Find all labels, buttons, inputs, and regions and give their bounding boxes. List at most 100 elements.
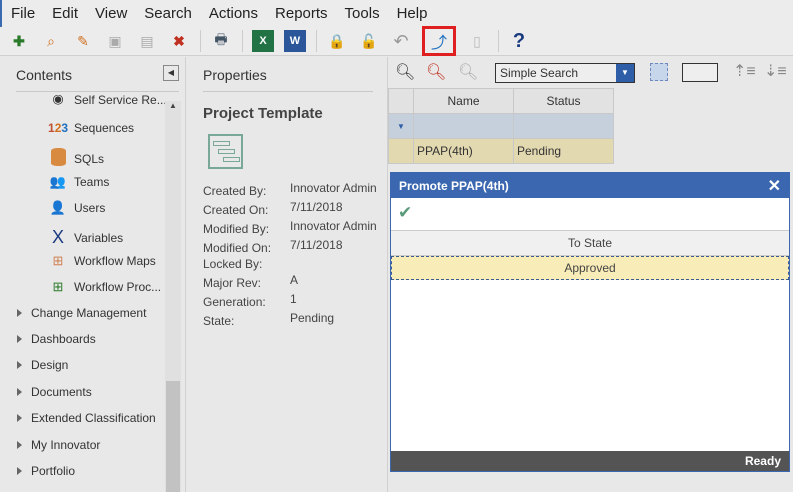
- row-header-cell: [388, 88, 414, 114]
- modified-by-value: Innovator Admin: [290, 219, 377, 233]
- toolbar: ✚ ⌕ ✎ ▣ ▤ ✖ 🖶 X W 🔒 🔓 ↶ ⤴ ▯ ?: [0, 26, 793, 56]
- column-header-name[interactable]: Name: [413, 88, 514, 114]
- filter-row: ▼: [388, 113, 614, 139]
- column-header-to-state[interactable]: To State: [391, 230, 789, 256]
- menu-help[interactable]: Help: [397, 5, 428, 22]
- contents-title: Contents: [16, 67, 73, 83]
- nav-item-workflow-maps[interactable]: ⊞ Workflow Maps: [48, 253, 156, 269]
- search-item-icon[interactable]: ⌕: [40, 30, 62, 52]
- save-icon[interactable]: ▣: [104, 30, 126, 52]
- properties-title: Properties: [203, 67, 267, 83]
- filter-chevron-icon[interactable]: ▼: [388, 113, 414, 139]
- nav-item-users[interactable]: 👤 Users: [48, 200, 105, 216]
- cell-name[interactable]: PPAP(4th): [413, 138, 514, 164]
- select-columns-icon[interactable]: [650, 63, 668, 81]
- report-icon: ◉: [52, 95, 64, 106]
- dialog-title: Promote PPAP(4th): [399, 178, 509, 193]
- cell-status[interactable]: Pending: [513, 138, 614, 164]
- contents-panel: Contents ◀ ◉ Self Service Re... 123 Sequen…: [0, 57, 186, 492]
- category-documents[interactable]: Documents: [17, 385, 92, 399]
- nav-item-teams[interactable]: 👥 Teams: [48, 174, 109, 190]
- save-close-icon[interactable]: ▤: [136, 30, 158, 52]
- divider: [16, 91, 179, 92]
- category-my-innovator[interactable]: My Innovator: [17, 438, 100, 452]
- scroll-up-icon[interactable]: ▲: [165, 101, 181, 110]
- new-item-icon[interactable]: ✚: [8, 30, 30, 52]
- menu-file[interactable]: File: [11, 5, 35, 22]
- menu-bar: File Edit View Search Actions Reports To…: [0, 0, 793, 27]
- created-on-label: Created On:: [203, 203, 269, 217]
- help-icon[interactable]: ?: [508, 30, 530, 52]
- lock-icon[interactable]: 🔒: [326, 30, 348, 52]
- promote-icon[interactable]: ⤴: [422, 26, 456, 56]
- paste-icon[interactable]: ▯: [466, 30, 488, 52]
- undo-icon[interactable]: ↶: [390, 30, 412, 52]
- word-icon[interactable]: W: [284, 30, 306, 52]
- category-change-management[interactable]: Change Management: [17, 306, 146, 320]
- filter-name-input[interactable]: [413, 113, 514, 139]
- run-search-icon[interactable]: 🔍︎: [395, 62, 415, 82]
- menu-tools[interactable]: Tools: [345, 5, 380, 22]
- modified-on-value: 7/11/2018: [290, 238, 343, 252]
- created-by-label: Created By:: [203, 184, 267, 198]
- nav-item-self-service[interactable]: ◉ Self Service Re...: [48, 95, 166, 107]
- generation-label: Generation:: [203, 295, 266, 309]
- category-design[interactable]: Design: [17, 358, 68, 372]
- column-header-status[interactable]: Status: [513, 88, 614, 114]
- menu-search[interactable]: Search: [144, 5, 192, 22]
- nav-item-sqls[interactable]: SQLs: [48, 148, 104, 169]
- modified-by-label: Modified By:: [203, 222, 270, 236]
- dialog-header: Promote PPAP(4th) ✕: [391, 173, 789, 198]
- menu-view[interactable]: View: [95, 5, 127, 22]
- major-rev-value: A: [290, 273, 299, 287]
- created-by-value: Innovator Admin: [290, 181, 377, 195]
- state-row-approved[interactable]: Approved: [391, 256, 789, 280]
- sort-ascending-icon[interactable]: ⇡≡: [733, 61, 756, 81]
- workflow-map-icon: ⊞: [52, 253, 64, 268]
- scrollbar[interactable]: ▲: [165, 101, 181, 492]
- user-icon: 👤: [49, 200, 67, 215]
- stop-search-icon[interactable]: 🔍︎: [458, 62, 478, 82]
- category-extended-classification[interactable]: Extended Classification: [17, 411, 156, 425]
- edit-icon[interactable]: ✎: [72, 30, 94, 52]
- divider: [316, 30, 317, 52]
- table-row[interactable]: PPAP(4th) Pending: [388, 138, 614, 164]
- checkmark-icon[interactable]: ✔: [391, 198, 789, 230]
- scrollbar-thumb[interactable]: [166, 381, 180, 492]
- team-icon: 👥: [49, 174, 67, 189]
- variable-icon: X: [51, 227, 64, 247]
- excel-icon[interactable]: X: [252, 30, 274, 52]
- close-icon[interactable]: ✕: [768, 176, 781, 196]
- project-template-icon: [208, 134, 243, 169]
- locked-by-label: Locked By:: [203, 257, 263, 271]
- delete-icon[interactable]: ✖: [168, 30, 190, 52]
- clear-search-icon[interactable]: 🔍︎: [426, 62, 446, 82]
- status-bar: Ready: [391, 451, 789, 471]
- menu-edit[interactable]: Edit: [52, 5, 78, 22]
- database-icon: [48, 148, 68, 169]
- menu-actions[interactable]: Actions: [209, 5, 258, 22]
- nav-item-workflow-processes[interactable]: ⊞ Workflow Proc...: [48, 279, 162, 295]
- sort-descending-icon[interactable]: ⇣≡: [764, 61, 787, 81]
- state-label: State:: [203, 314, 235, 328]
- collapse-panel-button[interactable]: ◀: [163, 65, 179, 81]
- item-type-title: Project Template: [203, 105, 323, 122]
- menu-reports[interactable]: Reports: [275, 5, 328, 22]
- unlock-icon[interactable]: 🔓: [358, 30, 380, 52]
- properties-panel: Properties Project Template Created By: …: [188, 57, 388, 492]
- print-icon[interactable]: 🖶: [210, 30, 232, 52]
- chevron-down-icon[interactable]: ▼: [616, 64, 634, 82]
- nav-item-sequences[interactable]: 123 Sequences: [48, 121, 134, 135]
- nav-item-variables[interactable]: X Variables: [48, 227, 123, 248]
- filter-status-input[interactable]: [513, 113, 614, 139]
- major-rev-label: Major Rev:: [203, 276, 262, 290]
- page-size-input[interactable]: [682, 63, 718, 82]
- divider: [242, 30, 243, 52]
- category-dashboards[interactable]: Dashboards: [17, 332, 96, 346]
- modified-on-label: Modified On:: [203, 241, 272, 255]
- generation-value: 1: [290, 292, 297, 306]
- divider: [200, 30, 201, 52]
- search-mode-select[interactable]: Simple Search ▼: [495, 63, 635, 83]
- workflow-process-icon: ⊞: [52, 279, 64, 294]
- category-portfolio[interactable]: Portfolio: [17, 464, 75, 478]
